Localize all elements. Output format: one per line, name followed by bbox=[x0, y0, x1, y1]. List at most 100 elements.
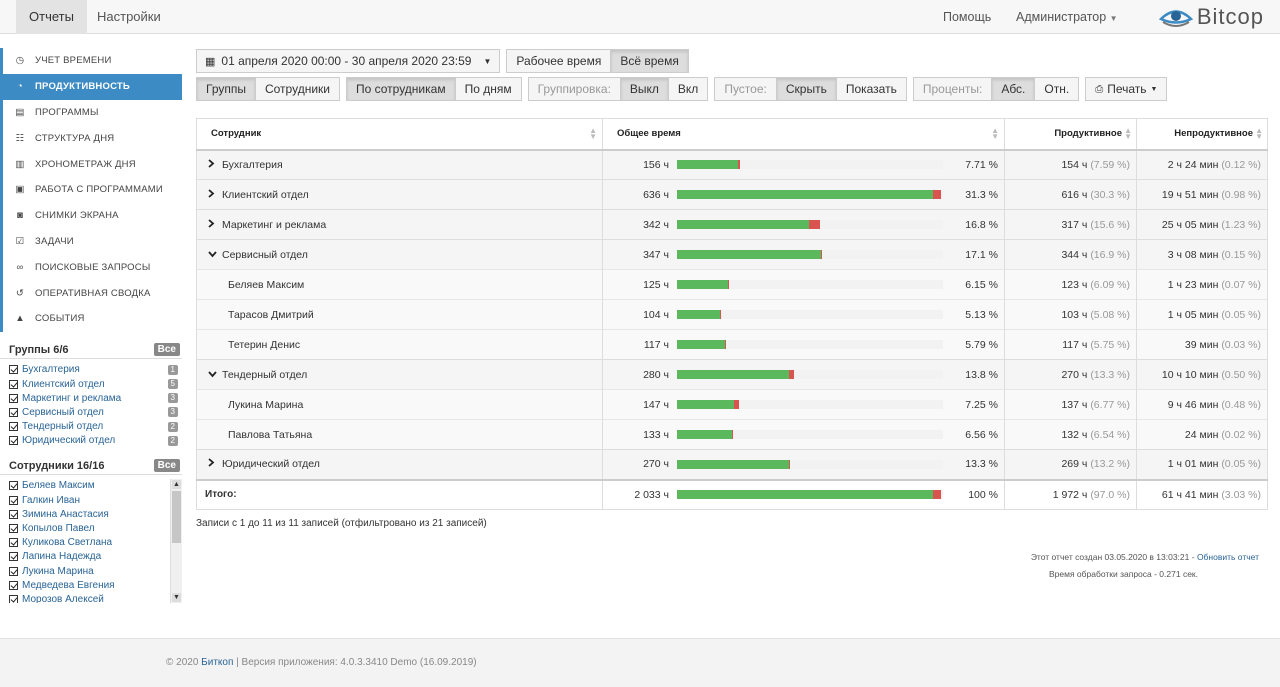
employee-filter-item[interactable]: Куликова Светлана bbox=[0, 536, 182, 550]
percents-abs-button[interactable]: Абс. bbox=[991, 77, 1036, 101]
employees-button[interactable]: Сотрудники bbox=[254, 77, 340, 101]
col-productive[interactable]: Продуктивное ▲ ▼ bbox=[1004, 118, 1137, 151]
employee-filter-label[interactable]: Галкин Иван bbox=[22, 495, 178, 506]
checkbox-checked-icon[interactable] bbox=[9, 422, 18, 432]
groups-all-button[interactable]: Все bbox=[153, 343, 180, 357]
employee-filter-item[interactable]: Зимина Анастасия bbox=[0, 507, 182, 521]
percents-rel-button[interactable]: Отн. bbox=[1034, 77, 1080, 101]
group-filter-item[interactable]: Сервисный отдел 3 bbox=[0, 405, 182, 419]
menu-item-10[interactable]: ↺ Оперативная сводка bbox=[3, 280, 182, 306]
by-employee-button[interactable]: По сотрудникам bbox=[345, 77, 456, 101]
employees-scrollbar[interactable]: ▲ ▼ bbox=[170, 478, 182, 603]
menu-item-1[interactable]: ◷ Учет времени bbox=[3, 48, 182, 74]
collapsed-chevron-icon[interactable] bbox=[208, 218, 222, 231]
employee-filter-label[interactable]: Медведева Евгения bbox=[22, 580, 178, 591]
employee-filter-label[interactable]: Лукина Марина bbox=[22, 566, 178, 577]
col-total[interactable]: Общее время ▲ ▼ bbox=[602, 118, 1005, 151]
group-filter-item[interactable]: Маркетинг и реклама 3 bbox=[0, 391, 182, 405]
group-row[interactable]: Тендерный отдел 280 ч 13.8 % 270 ч (13.3 %)… bbox=[196, 359, 1268, 390]
grouping-on-button[interactable]: Вкл bbox=[667, 77, 709, 101]
employee-filter-item[interactable]: Медведева Евгения bbox=[0, 578, 182, 592]
menu-item-8[interactable]: ☑ Задачи bbox=[3, 229, 182, 255]
checkbox-checked-icon[interactable] bbox=[9, 393, 18, 403]
group-filter-label[interactable]: Клиентский отдел bbox=[22, 379, 168, 390]
employee-filter-item[interactable]: Галкин Иван bbox=[0, 493, 182, 507]
checkbox-checked-icon[interactable] bbox=[9, 594, 18, 603]
employee-filter-item[interactable]: Копылов Павел bbox=[0, 521, 182, 535]
col-unproductive[interactable]: Непродуктивное ▲ ▼ bbox=[1136, 118, 1268, 151]
group-row[interactable]: Бухгалтерия 156 ч 7.71 % 154 ч (7.59 %) 2 ч … bbox=[196, 149, 1268, 180]
grouping-off-button[interactable]: Выкл bbox=[619, 77, 669, 101]
admin-label: Администратор bbox=[1016, 10, 1107, 24]
menu-item-4[interactable]: ☷ Структура дня bbox=[3, 125, 182, 151]
group-filter-item[interactable]: Тендерный отдел 2 bbox=[0, 420, 182, 434]
employee-filter-label[interactable]: Зимина Анастасия bbox=[22, 509, 178, 520]
hide-empty-button[interactable]: Скрыть bbox=[775, 77, 837, 101]
checkbox-checked-icon[interactable] bbox=[9, 552, 18, 562]
print-button[interactable]: ⎙ Печать ▼ bbox=[1085, 77, 1168, 101]
group-row[interactable]: Клиентский отдел 636 ч 31.3 % 616 ч (30.3 %… bbox=[196, 179, 1268, 210]
group-filter-item[interactable]: Юридический отдел 2 bbox=[0, 434, 182, 448]
group-filter-label[interactable]: Юридический отдел bbox=[22, 435, 168, 446]
menu-item-6[interactable]: ▣ Работа с программами bbox=[3, 177, 182, 203]
group-filter-label[interactable]: Бухгалтерия bbox=[22, 364, 168, 375]
collapsed-chevron-icon[interactable] bbox=[208, 458, 222, 470]
group-filter-item[interactable]: Бухгалтерия 1 bbox=[0, 363, 182, 377]
checkbox-checked-icon[interactable] bbox=[9, 407, 18, 417]
checkbox-checked-icon[interactable] bbox=[9, 481, 18, 491]
checkbox-checked-icon[interactable] bbox=[9, 365, 18, 375]
productivity-table: Сотрудник ▲ ▼ Общее время ▲ ▼ Продуктивное ▲ ▼… bbox=[196, 118, 1268, 510]
all-time-button[interactable]: Всё время bbox=[610, 49, 689, 73]
tab-reports[interactable]: Отчеты bbox=[16, 0, 87, 34]
menu-item-7[interactable]: ◙ Снимки экрана bbox=[3, 203, 182, 229]
checkbox-checked-icon[interactable] bbox=[9, 538, 18, 548]
employee-filter-item[interactable]: Морозов Алексей bbox=[0, 592, 182, 603]
menu-item-5[interactable]: ▥ Хронометраж дня bbox=[3, 151, 182, 177]
work-time-button[interactable]: Рабочее время bbox=[506, 49, 612, 73]
checkbox-checked-icon[interactable] bbox=[9, 566, 18, 576]
employee-filter-label[interactable]: Морозов Алексей bbox=[22, 594, 178, 603]
group-filter-label[interactable]: Сервисный отдел bbox=[22, 407, 168, 418]
employee-filter-label[interactable]: Лапина Надежда bbox=[22, 551, 178, 562]
menu-item-11[interactable]: ▲ События bbox=[3, 306, 182, 332]
checkbox-checked-icon[interactable] bbox=[9, 509, 18, 519]
checkbox-checked-icon[interactable] bbox=[9, 580, 18, 590]
refresh-report-link[interactable]: Обновить отчет bbox=[1197, 552, 1259, 562]
scroll-thumb[interactable] bbox=[172, 490, 181, 543]
employee-filter-label[interactable]: Копылов Павел bbox=[22, 523, 178, 534]
group-filter-item[interactable]: Клиентский отдел 5 bbox=[0, 377, 182, 391]
footer-brand-link[interactable]: Биткоп bbox=[201, 657, 233, 668]
employees-all-button[interactable]: Все bbox=[153, 459, 180, 473]
date-range-picker[interactable]: ▦ 01 апреля 2020 00:00 - 30 апреля 2020 … bbox=[196, 49, 501, 73]
help-link[interactable]: Помощь bbox=[943, 0, 991, 34]
collapsed-chevron-icon[interactable] bbox=[208, 159, 222, 171]
scroll-up-icon[interactable]: ▲ bbox=[172, 479, 181, 489]
menu-item-2[interactable]: ◔ Продуктивность bbox=[3, 73, 182, 100]
employee-filter-item[interactable]: Беляев Максим bbox=[0, 479, 182, 493]
scroll-down-icon[interactable]: ▼ bbox=[172, 592, 181, 602]
expanded-chevron-icon[interactable] bbox=[208, 369, 222, 381]
employee-filter-label[interactable]: Куликова Светлана bbox=[22, 537, 178, 548]
menu-item-9[interactable]: ∞ Поисковые запросы bbox=[3, 254, 182, 280]
employee-filter-item[interactable]: Лапина Надежда bbox=[0, 550, 182, 564]
group-filter-label[interactable]: Тендерный отдел bbox=[22, 421, 168, 432]
group-filter-label[interactable]: Маркетинг и реклама bbox=[22, 393, 168, 404]
employee-filter-item[interactable]: Лукина Марина bbox=[0, 564, 182, 578]
checkbox-checked-icon[interactable] bbox=[9, 495, 18, 505]
tab-settings[interactable]: Настройки bbox=[84, 0, 174, 34]
group-row[interactable]: Юридический отдел 270 ч 13.3 % 269 ч (13.2 … bbox=[196, 449, 1268, 480]
admin-menu[interactable]: Администратор ▼ bbox=[1016, 0, 1118, 34]
col-employee[interactable]: Сотрудник ▲ ▼ bbox=[196, 118, 603, 151]
collapsed-chevron-icon[interactable] bbox=[208, 188, 222, 201]
checkbox-checked-icon[interactable] bbox=[9, 379, 18, 389]
groups-button[interactable]: Группы bbox=[196, 77, 256, 101]
by-day-button[interactable]: По дням bbox=[454, 77, 522, 101]
checkbox-checked-icon[interactable] bbox=[9, 436, 18, 446]
menu-item-3[interactable]: ▤ Программы bbox=[3, 100, 182, 126]
group-row[interactable]: Сервисный отдел 347 ч 17.1 % 344 ч (16.9 %)… bbox=[196, 239, 1268, 270]
checkbox-checked-icon[interactable] bbox=[9, 524, 18, 534]
expanded-chevron-icon[interactable] bbox=[208, 249, 222, 261]
group-row[interactable]: Маркетинг и реклама 342 ч 16.8 % 317 ч (15.… bbox=[196, 209, 1268, 240]
show-empty-button[interactable]: Показать bbox=[835, 77, 907, 101]
employee-filter-label[interactable]: Беляев Максим bbox=[22, 480, 178, 491]
